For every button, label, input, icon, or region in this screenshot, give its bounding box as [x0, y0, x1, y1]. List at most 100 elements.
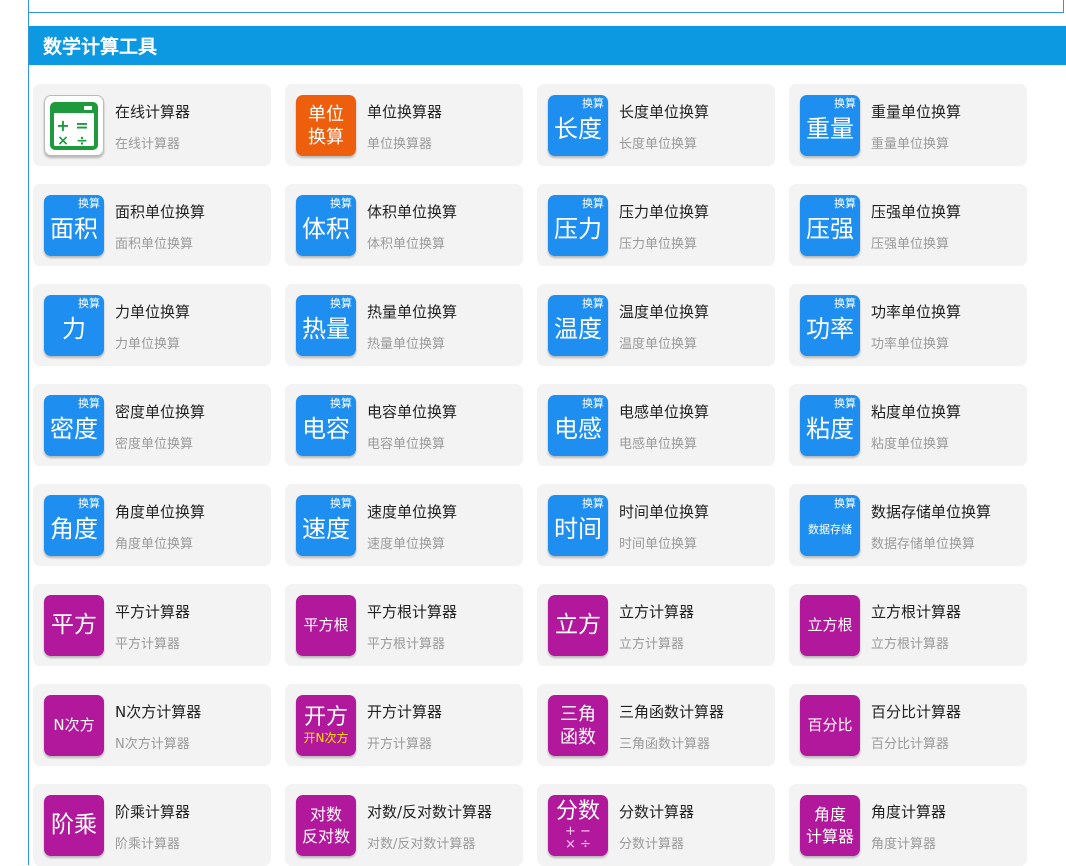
tool-card[interactable]: 平方 平方计算器 平方计算器 [33, 584, 271, 666]
icon-label: 电感 [554, 415, 602, 444]
tool-icon[interactable]: 换算 功率 [800, 295, 860, 356]
tool-card[interactable]: 换算 速度 速度单位换算 速度单位换算 [285, 484, 523, 566]
tool-icon[interactable]: N次方 [44, 695, 104, 756]
tool-icon[interactable]: 三角 函数 [548, 695, 608, 756]
tool-icon[interactable]: 换算 热量 [296, 295, 356, 356]
tool-icon[interactable]: 开方 开N次方 [296, 695, 356, 756]
tool-icon[interactable]: 立方根 [800, 595, 860, 656]
tool-card[interactable]: 换算 面积 面积单位换算 面积单位换算 [33, 184, 271, 266]
tool-title[interactable]: 单位换算器 [367, 101, 442, 122]
tool-card[interactable]: 换算 时间 时间单位换算 时间单位换算 [537, 484, 775, 566]
tool-icon[interactable]: 对数 反对数 [296, 795, 356, 856]
tool-icon[interactable]: 平方 [44, 595, 104, 656]
tool-card[interactable]: 换算 数据存储 数据存储单位换算 数据存储单位换算 [789, 484, 1027, 566]
tool-title[interactable]: 平方计算器 [115, 601, 190, 622]
tool-card[interactable]: 换算 压强 压强单位换算 压强单位换算 [789, 184, 1027, 266]
tool-title[interactable]: 体积单位换算 [367, 201, 457, 222]
tool-icon[interactable]: 换算 数据存储 [800, 495, 860, 556]
tool-title[interactable]: 功率单位换算 [871, 301, 961, 322]
tool-icon[interactable]: 换算 电感 [548, 395, 608, 456]
tool-title[interactable]: 温度单位换算 [619, 301, 709, 322]
tool-title[interactable]: 分数计算器 [619, 801, 694, 822]
tool-icon[interactable]: 换算力 [44, 295, 104, 356]
tool-card[interactable]: 换算 长度 长度单位换算 长度单位换算 [537, 84, 775, 166]
tool-title[interactable]: 密度单位换算 [115, 401, 205, 422]
calculator-icon[interactable]: + = × ÷ [44, 95, 104, 156]
tool-card[interactable]: 百分比 百分比计算器 百分比计算器 [789, 684, 1027, 766]
tool-icon[interactable]: 百分比 [800, 695, 860, 756]
tool-card[interactable]: 单位 换算 单位换算器 单位换算器 [285, 84, 523, 166]
tool-card[interactable]: 立方根 立方根计算器 立方根计算器 [789, 584, 1027, 666]
tool-title[interactable]: 压力单位换算 [619, 201, 709, 222]
tool-title[interactable]: 阶乘计算器 [115, 801, 190, 822]
tool-title[interactable]: 三角函数计算器 [619, 701, 724, 722]
tool-icon[interactable]: 单位 换算 [296, 95, 356, 156]
tool-card[interactable]: 阶乘 阶乘计算器 阶乘计算器 [33, 784, 271, 866]
tool-icon[interactable]: 立方 [548, 595, 608, 656]
tool-card[interactable]: 角度 计算器 角度计算器 角度计算器 [789, 784, 1027, 866]
tool-title[interactable]: 开方计算器 [367, 701, 442, 722]
tool-icon[interactable]: 阶乘 [44, 795, 104, 856]
icon-label: 电容 [302, 415, 350, 444]
tool-title[interactable]: 百分比计算器 [871, 701, 961, 722]
tool-title[interactable]: 角度计算器 [871, 801, 946, 822]
tool-title[interactable]: 电感单位换算 [619, 401, 709, 422]
tool-title[interactable]: 在线计算器 [115, 101, 190, 122]
tool-title[interactable]: 面积单位换算 [115, 201, 205, 222]
tool-title[interactable]: 速度单位换算 [367, 501, 457, 522]
tool-title[interactable]: 立方计算器 [619, 601, 694, 622]
tool-icon[interactable]: 换算 温度 [548, 295, 608, 356]
tool-subtitle: 三角函数计算器 [619, 737, 711, 752]
tool-title[interactable]: 电容单位换算 [367, 401, 457, 422]
tool-title[interactable]: 数据存储单位换算 [871, 501, 991, 522]
tool-title[interactable]: 长度单位换算 [619, 101, 709, 122]
tool-icon[interactable]: 换算 面积 [44, 195, 104, 256]
tool-card[interactable]: 换算 重量 重量单位换算 重量单位换算 [789, 84, 1027, 166]
tool-title[interactable]: N次方计算器 [115, 701, 201, 722]
tool-card[interactable]: 换算 热量 热量单位换算 热量单位换算 [285, 284, 523, 366]
tool-title[interactable]: 角度单位换算 [115, 501, 205, 522]
tool-card[interactable]: 换算 功率 功率单位换算 功率单位换算 [789, 284, 1027, 366]
tool-card[interactable]: 换算 体积 体积单位换算 体积单位换算 [285, 184, 523, 266]
tool-card[interactable]: + = × ÷ 在线计算器 在线计算器 [33, 84, 271, 166]
tool-icon[interactable]: 换算 角度 [44, 495, 104, 556]
tool-card[interactable]: 换算 电感 电感单位换算 电感单位换算 [537, 384, 775, 466]
tool-card[interactable]: 换算 电容 电容单位换算 电容单位换算 [285, 384, 523, 466]
tool-card[interactable]: 换算 压力 压力单位换算 压力单位换算 [537, 184, 775, 266]
tool-card[interactable]: 平方根 平方根计算器 平方根计算器 [285, 584, 523, 666]
icon-label: 功率 [806, 315, 854, 344]
tool-card[interactable]: 立方 立方计算器 立方计算器 [537, 584, 775, 666]
tool-card[interactable]: N次方 N次方计算器 N次方计算器 [33, 684, 271, 766]
tool-title[interactable]: 压强单位换算 [871, 201, 961, 222]
tool-icon[interactable]: 换算 长度 [548, 95, 608, 156]
tool-icon[interactable]: 换算 时间 [548, 495, 608, 556]
tool-card[interactable]: 换算 粘度 粘度单位换算 粘度单位换算 [789, 384, 1027, 466]
tool-card[interactable]: 换算力力单位换算 力单位换算 [33, 284, 271, 366]
tool-icon[interactable]: 换算 压强 [800, 195, 860, 256]
tool-card[interactable]: 开方 开N次方 开方计算器 开方计算器 [285, 684, 523, 766]
tool-icon[interactable]: 换算 速度 [296, 495, 356, 556]
tool-icon[interactable]: 换算 粘度 [800, 395, 860, 456]
tool-card[interactable]: 换算 角度 角度单位换算 角度单位换算 [33, 484, 271, 566]
tool-icon[interactable]: 换算 密度 [44, 395, 104, 456]
tool-icon[interactable]: 换算 体积 [296, 195, 356, 256]
tool-icon[interactable]: 角度 计算器 [800, 795, 860, 856]
tool-card[interactable]: 分数 + − × ÷ 分数计算器 分数计算器 [537, 784, 775, 866]
tool-title[interactable]: 重量单位换算 [871, 101, 961, 122]
tool-icon[interactable]: 换算 电容 [296, 395, 356, 456]
tool-title[interactable]: 力单位换算 [115, 301, 190, 322]
tool-icon[interactable]: 平方根 [296, 595, 356, 656]
tool-title[interactable]: 对数/反对数计算器 [367, 801, 492, 822]
tool-title[interactable]: 粘度单位换算 [871, 401, 961, 422]
tool-title[interactable]: 热量单位换算 [367, 301, 457, 322]
tool-icon[interactable]: 分数 + − × ÷ [548, 795, 608, 856]
tool-card[interactable]: 换算 密度 密度单位换算 密度单位换算 [33, 384, 271, 466]
tool-icon[interactable]: 换算 重量 [800, 95, 860, 156]
tool-card[interactable]: 对数 反对数 对数/反对数计算器 对数/反对数计算器 [285, 784, 523, 866]
tool-icon[interactable]: 换算 压力 [548, 195, 608, 256]
tool-title[interactable]: 平方根计算器 [367, 601, 457, 622]
tool-card[interactable]: 三角 函数 三角函数计算器 三角函数计算器 [537, 684, 775, 766]
tool-title[interactable]: 立方根计算器 [871, 601, 961, 622]
tool-card[interactable]: 换算 温度 温度单位换算 温度单位换算 [537, 284, 775, 366]
tool-title[interactable]: 时间单位换算 [619, 501, 709, 522]
